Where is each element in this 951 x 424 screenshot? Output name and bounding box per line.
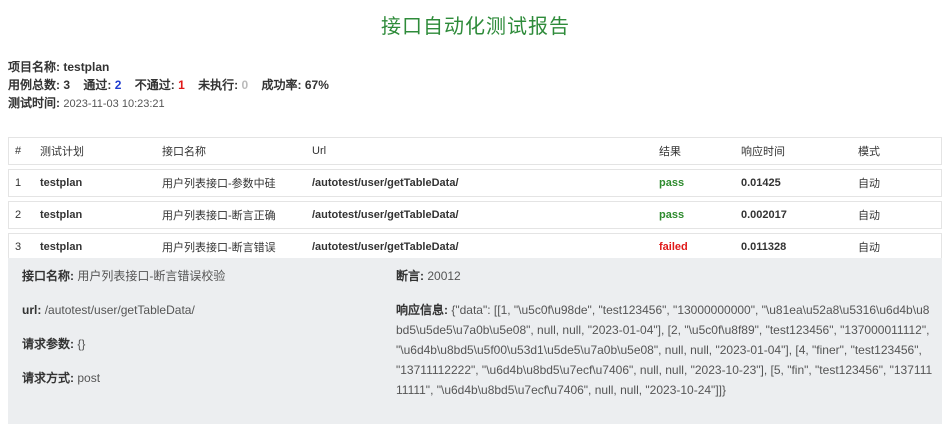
pass-count: 2 [114, 78, 122, 92]
detail-params-line: 请求参数: {} [22, 334, 382, 368]
row-url: /autotest/user/getTableData/ [306, 233, 653, 261]
detail-assert-label: 断言: [396, 269, 424, 283]
pass-label: 通过: [83, 78, 112, 92]
detail-response-line: 响应信息: {"data": [[1, "\u5c0f\u98de", "tes… [396, 300, 936, 400]
col-result: 结果 [653, 137, 735, 165]
time-row: 测试时间: 2023-11-03 10:23:21 [8, 94, 339, 112]
detail-url-line: url: /autotest/user/getTableData/ [22, 300, 382, 334]
project-name: testplan [63, 60, 110, 74]
skip-label: 未执行: [198, 78, 239, 92]
row-time: 0.01425 [735, 169, 852, 197]
detail-url: /autotest/user/getTableData/ [44, 303, 195, 317]
failure-detail-panel: 接口名称: 用户列表接口-断言错误校验 url: /autotest/user/… [8, 258, 942, 424]
row-mode: 自动 [852, 233, 942, 261]
row-result: pass [653, 201, 735, 229]
col-mode: 模式 [852, 137, 942, 165]
total-count: 3 [63, 78, 71, 92]
detail-method-line: 请求方式: post [22, 368, 382, 402]
row-name: 用户列表接口-参数中硅 [156, 169, 306, 197]
detail-url-label: url: [22, 303, 42, 317]
detail-right: 断言: 20012 响应信息: {"data": [[1, "\u5c0f\u9… [396, 266, 936, 400]
project-label: 项目名称: [8, 60, 60, 74]
detail-assert-line: 断言: 20012 [396, 266, 936, 286]
project-row: 项目名称: testplan [8, 58, 339, 76]
col-name: 接口名称 [156, 137, 306, 165]
stats-row: 用例总数: 3 通过: 2 不通过: 1 未执行: 0 成功率: 67% [8, 76, 339, 94]
table-header: # 测试计划 接口名称 Url 结果 响应时间 模式 [8, 137, 942, 165]
results-table: # 测试计划 接口名称 Url 结果 响应时间 模式 1 testplan 用户… [8, 133, 942, 265]
row-name: 用户列表接口-断言正确 [156, 201, 306, 229]
detail-left: 接口名称: 用户列表接口-断言错误校验 url: /autotest/user/… [22, 266, 382, 402]
rate-label: 成功率: [261, 78, 302, 92]
report-title: 接口自动化测试报告 [381, 16, 570, 38]
row-result: pass [653, 169, 735, 197]
report-summary: 项目名称: testplan 用例总数: 3 通过: 2 不通过: 1 未执行:… [8, 58, 339, 112]
success-rate: 67% [304, 78, 329, 92]
detail-method-label: 请求方式: [22, 371, 74, 385]
row-index: 1 [8, 169, 34, 197]
row-index: 3 [8, 233, 34, 261]
detail-response: {"data": [[1, "\u5c0f\u98de", "test12345… [396, 303, 933, 397]
row-mode: 自动 [852, 169, 942, 197]
table-row[interactable]: 3 testplan 用户列表接口-断言错误 /autotest/user/ge… [8, 233, 942, 261]
detail-params-label: 请求参数: [22, 337, 74, 351]
total-label: 用例总数: [8, 78, 60, 92]
detail-name-label: 接口名称: [22, 269, 74, 283]
row-url: /autotest/user/getTableData/ [306, 201, 653, 229]
detail-response-label: 响应信息: [396, 303, 448, 317]
col-response-time: 响应时间 [735, 137, 852, 165]
row-mode: 自动 [852, 201, 942, 229]
detail-name-line: 接口名称: 用户列表接口-断言错误校验 [22, 266, 382, 300]
col-url: Url [306, 137, 653, 165]
row-url: /autotest/user/getTableData/ [306, 169, 653, 197]
detail-params: {} [77, 337, 86, 351]
table-row[interactable]: 1 testplan 用户列表接口-参数中硅 /autotest/user/ge… [8, 169, 942, 197]
row-index: 2 [8, 201, 34, 229]
row-name: 用户列表接口-断言错误 [156, 233, 306, 261]
row-plan: testplan [34, 169, 156, 197]
time-label: 测试时间: [8, 96, 60, 110]
col-index: # [8, 137, 34, 165]
table-row[interactable]: 2 testplan 用户列表接口-断言正确 /autotest/user/ge… [8, 201, 942, 229]
col-plan: 测试计划 [34, 137, 156, 165]
row-time: 0.002017 [735, 201, 852, 229]
row-plan: testplan [34, 201, 156, 229]
row-time: 0.011328 [735, 233, 852, 261]
fail-label: 不通过: [134, 78, 175, 92]
row-result: failed [653, 233, 735, 261]
test-time: 2023-11-03 10:23:21 [63, 98, 165, 110]
skip-count: 0 [241, 78, 249, 92]
fail-count: 1 [178, 78, 185, 92]
detail-name: 用户列表接口-断言错误校验 [77, 269, 226, 283]
detail-method: post [77, 371, 101, 385]
row-plan: testplan [34, 233, 156, 261]
detail-assert: 20012 [427, 269, 461, 283]
